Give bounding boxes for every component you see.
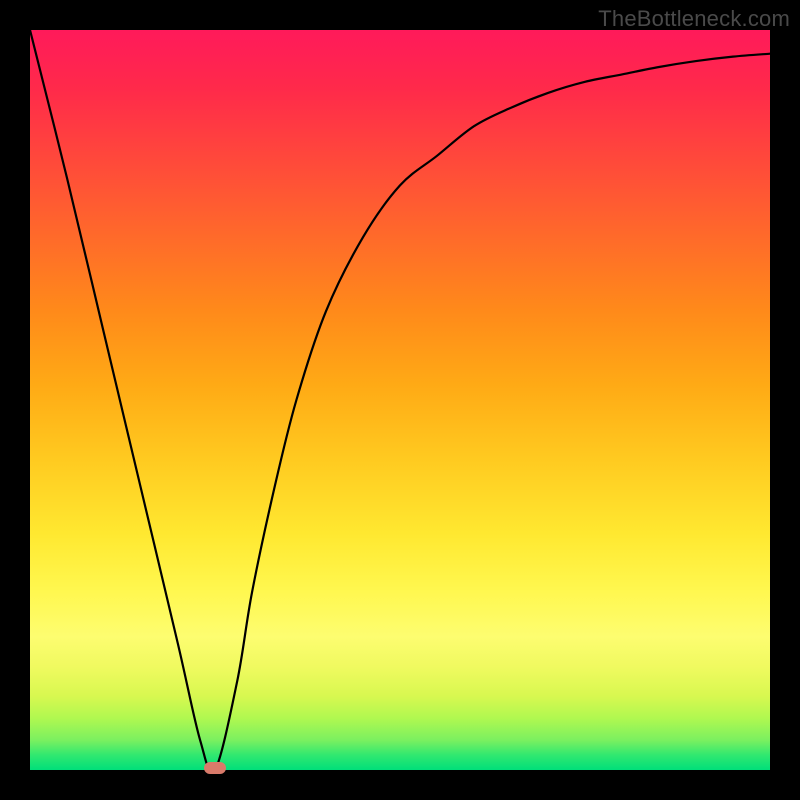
watermark-text: TheBottleneck.com	[598, 6, 790, 32]
optimal-point-marker	[204, 762, 226, 774]
bottleneck-curve	[30, 30, 770, 770]
chart-container: TheBottleneck.com	[0, 0, 800, 800]
curve-layer	[30, 30, 770, 770]
plot-area	[30, 30, 770, 770]
